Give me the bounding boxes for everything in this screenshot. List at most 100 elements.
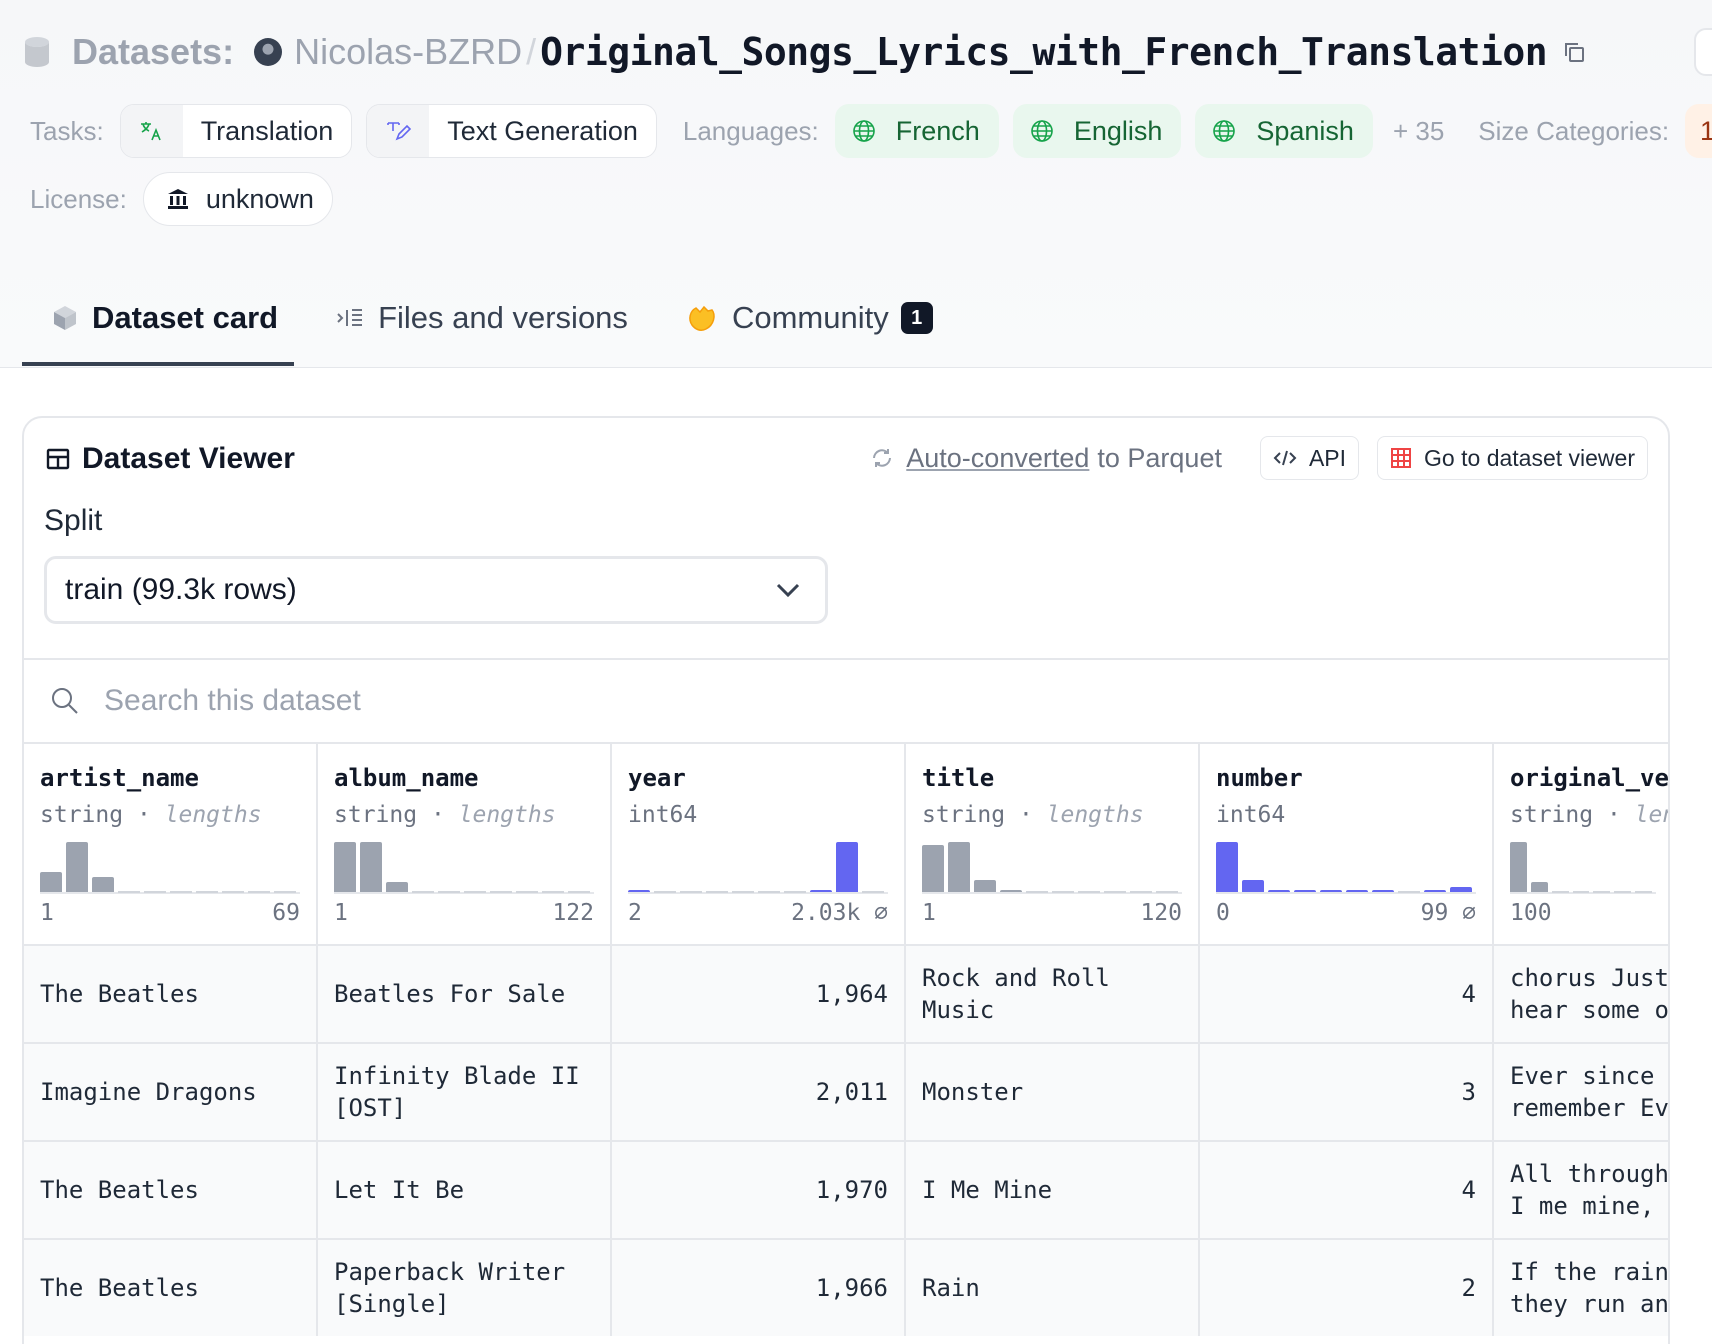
histogram-bar[interactable]	[490, 891, 512, 893]
histogram-bar[interactable]	[118, 891, 140, 893]
column-header[interactable]: title string · lengths 1 120	[906, 742, 1200, 944]
histogram-bar[interactable]	[654, 891, 676, 893]
table-cell[interactable]: The Beatles	[24, 944, 318, 1042]
histogram-bar[interactable]	[974, 879, 996, 892]
histogram-bar[interactable]	[1424, 890, 1446, 892]
table-cell[interactable]: Rock and Roll Music	[906, 944, 1200, 1042]
histogram-bar[interactable]	[732, 891, 754, 893]
histogram-bar[interactable]	[1000, 889, 1022, 892]
histogram-bar[interactable]	[248, 891, 270, 893]
column-histogram[interactable]	[922, 842, 1182, 894]
column-header[interactable]: album_name string · lengths 1 122	[318, 742, 612, 944]
histogram-bar[interactable]	[1346, 890, 1368, 892]
language-chip-spanish[interactable]: Spanish	[1195, 104, 1373, 158]
histogram-bar[interactable]	[1242, 879, 1264, 892]
histogram-bar[interactable]	[1372, 890, 1394, 892]
table-cell[interactable]: The Beatles	[24, 1140, 318, 1238]
histogram-bar[interactable]	[1052, 891, 1074, 893]
copy-icon[interactable]	[1563, 41, 1585, 63]
column-histogram[interactable]	[1510, 842, 1656, 894]
histogram-bar[interactable]	[386, 882, 408, 892]
histogram-bar[interactable]	[1551, 891, 1569, 893]
histogram-bar[interactable]	[40, 872, 62, 892]
tab-files-and-versions[interactable]: Files and versions	[306, 288, 656, 348]
table-cell[interactable]: 2,011	[612, 1042, 906, 1140]
column-header[interactable]: number int64 0 99 ⌀	[1200, 742, 1494, 944]
table-cell[interactable]: Let It Be	[318, 1140, 612, 1238]
histogram-bar[interactable]	[1510, 842, 1527, 892]
table-row[interactable]: The Beatles Let It Be 1,970 I Me Mine 4 …	[24, 1140, 1668, 1238]
histogram-bar[interactable]	[66, 842, 88, 892]
column-histogram[interactable]	[334, 842, 594, 894]
table-cell[interactable]: 3	[1200, 1042, 1494, 1140]
go-to-viewer-button[interactable]: Go to dataset viewer	[1377, 436, 1648, 480]
histogram-bar[interactable]	[1294, 890, 1316, 892]
histogram-bar[interactable]	[1104, 891, 1126, 893]
histogram-bar[interactable]	[360, 842, 382, 892]
task-chip-translation[interactable]: Translation	[119, 104, 353, 158]
tab-dataset-card[interactable]: Dataset card	[22, 288, 306, 348]
histogram-bar[interactable]	[568, 891, 590, 893]
dataset-search[interactable]: Search this dataset	[24, 658, 1668, 742]
table-cell[interactable]: The Beatles	[24, 1238, 318, 1336]
repo-name[interactable]: Original_Songs_Lyrics_with_French_Transl…	[540, 30, 1548, 74]
like-button[interactable]	[1694, 28, 1712, 76]
histogram-bar[interactable]	[274, 891, 296, 893]
histogram-bar[interactable]	[1216, 842, 1238, 892]
tab-community[interactable]: Community 1	[656, 288, 961, 348]
column-header[interactable]: year int64 2 2.03k ⌀	[612, 742, 906, 944]
owner-avatar[interactable]	[254, 38, 283, 66]
table-row[interactable]: The Beatles Beatles For Sale 1,964 Rock …	[24, 944, 1668, 1042]
table-cell[interactable]: Rain	[906, 1238, 1200, 1336]
histogram-bar[interactable]	[196, 891, 218, 893]
histogram-bar[interactable]	[1320, 890, 1342, 892]
column-histogram[interactable]	[1216, 842, 1476, 894]
table-cell[interactable]: Infinity Blade II [OST]	[318, 1042, 612, 1140]
histogram-bar[interactable]	[628, 890, 650, 892]
table-cell[interactable]: If the rain they run an	[1494, 1238, 1668, 1336]
table-cell[interactable]: All through I me mine,	[1494, 1140, 1668, 1238]
table-cell[interactable]: 4	[1200, 944, 1494, 1042]
task-chip-text-generation[interactable]: Text Generation	[366, 104, 657, 158]
histogram-bar[interactable]	[922, 844, 944, 892]
table-cell[interactable]: Monster	[906, 1042, 1200, 1140]
histogram-bar[interactable]	[1398, 891, 1420, 893]
histogram-bar[interactable]	[1078, 891, 1100, 893]
language-chip-french[interactable]: French	[834, 104, 999, 158]
table-cell[interactable]: 1,964	[612, 944, 906, 1042]
histogram-bar[interactable]	[334, 842, 356, 892]
histogram-bar[interactable]	[412, 891, 434, 893]
histogram-bar[interactable]	[1268, 890, 1290, 892]
auto-converted-link[interactable]: Auto-converted	[906, 443, 1089, 474]
histogram-bar[interactable]	[542, 891, 564, 893]
api-button[interactable]: API	[1259, 436, 1360, 480]
histogram-bar[interactable]	[948, 842, 970, 892]
table-cell[interactable]: Beatles For Sale	[318, 944, 612, 1042]
histogram-bar[interactable]	[758, 891, 780, 893]
histogram-bar[interactable]	[1530, 882, 1548, 892]
histogram-bar[interactable]	[1614, 891, 1632, 893]
column-header[interactable]: artist_name string · lengths 1 69	[24, 742, 318, 944]
language-chip-english[interactable]: English	[1012, 104, 1182, 158]
table-cell[interactable]: Ever since remember Ev	[1494, 1042, 1668, 1140]
histogram-bar[interactable]	[438, 891, 460, 893]
histogram-bar[interactable]	[516, 891, 538, 893]
histogram-bar[interactable]	[1593, 891, 1611, 893]
owner-link[interactable]: Nicolas-BZRD	[294, 31, 522, 73]
histogram-bar[interactable]	[1026, 891, 1048, 893]
more-languages-link[interactable]: + 35	[1393, 116, 1444, 147]
histogram-bar[interactable]	[144, 891, 166, 893]
histogram-bar[interactable]	[464, 891, 486, 893]
histogram-bar[interactable]	[222, 891, 244, 893]
histogram-bar[interactable]	[92, 877, 114, 892]
histogram-bar[interactable]	[1635, 891, 1652, 893]
histogram-bar[interactable]	[170, 891, 192, 893]
size-category-chip[interactable]: 10K-	[1685, 104, 1712, 158]
histogram-bar[interactable]	[784, 891, 806, 893]
histogram-bar[interactable]	[810, 890, 832, 892]
histogram-bar[interactable]	[836, 842, 858, 892]
column-header[interactable]: original_ve string · len 100	[1494, 742, 1668, 944]
table-row[interactable]: Imagine Dragons Infinity Blade II [OST] …	[24, 1042, 1668, 1140]
column-histogram[interactable]	[40, 842, 300, 894]
histogram-bar[interactable]	[1450, 887, 1472, 892]
